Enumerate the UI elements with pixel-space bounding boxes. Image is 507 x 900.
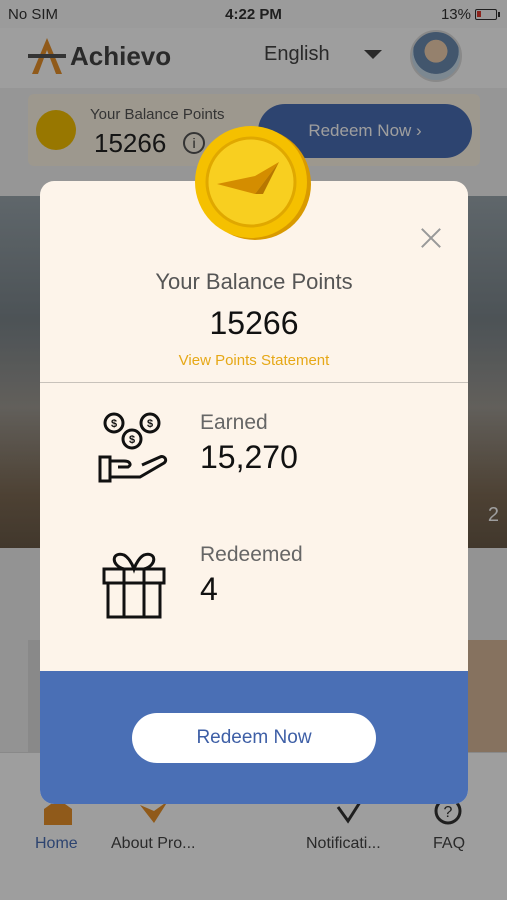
money-hand-icon: $ $ $ — [98, 412, 168, 483]
divider — [40, 382, 468, 383]
svg-text:$: $ — [129, 434, 135, 446]
earned-label: Earned — [200, 411, 268, 434]
view-points-statement-link[interactable]: View Points Statement — [40, 352, 468, 369]
svg-text:$: $ — [111, 418, 117, 430]
modal-footer: Redeem Now — [40, 671, 468, 804]
coin-icon — [195, 126, 311, 240]
redeem-now-button[interactable]: Redeem Now — [132, 713, 376, 763]
earned-value: 15,270 — [200, 439, 298, 475]
modal-balance-value: 15266 — [209, 305, 299, 341]
redeemed-value: 4 — [200, 571, 218, 607]
modal-title: Your Balance Points — [155, 269, 353, 294]
balance-points-modal: Your Balance Points 15266 View Points St… — [40, 181, 468, 804]
redeemed-label: Redeemed — [200, 543, 303, 566]
close-icon[interactable] — [418, 225, 444, 251]
svg-text:$: $ — [147, 418, 153, 430]
gift-icon — [102, 552, 166, 619]
